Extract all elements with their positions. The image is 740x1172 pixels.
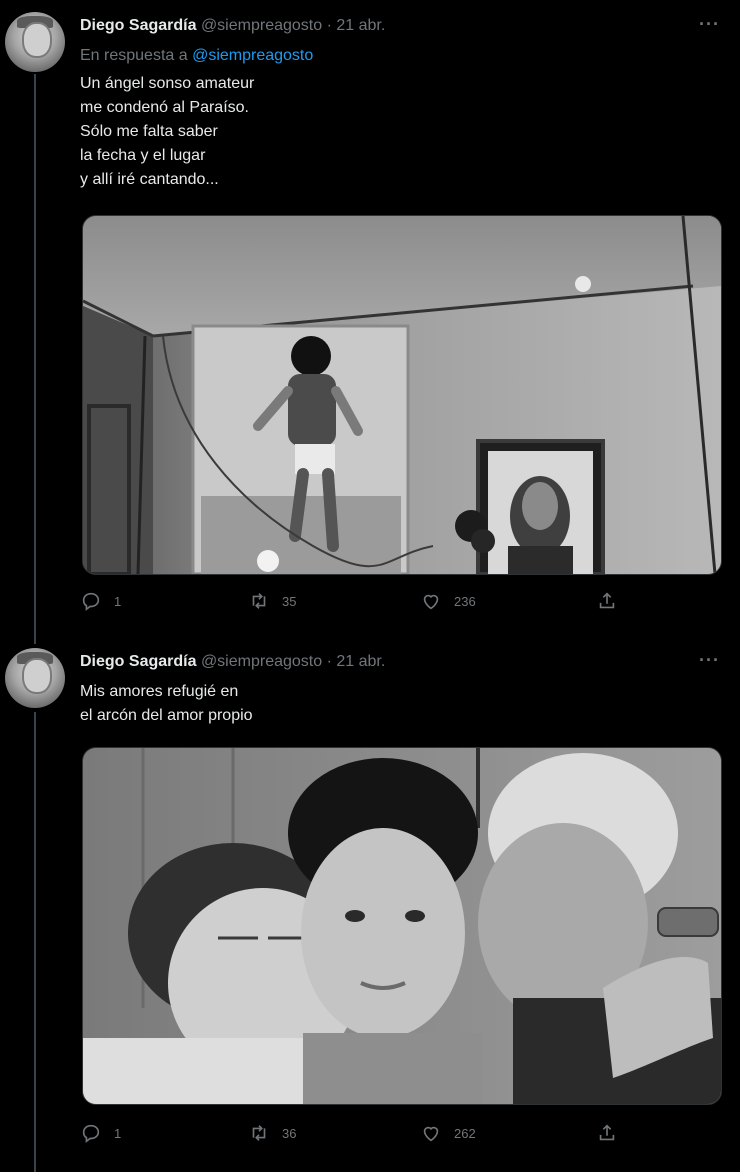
like-count: 262 — [454, 1125, 476, 1141]
tweet-header: Diego Sagardía @siempreagosto · 21 abr. — [80, 652, 385, 672]
like-icon — [423, 1126, 439, 1142]
like-button[interactable]: 236 — [420, 590, 476, 612]
tweet-date[interactable]: 21 abr. — [336, 653, 385, 670]
reply-context: En respuesta a @siempreagosto — [80, 47, 313, 65]
tweet-line: Sólo me falta saber — [80, 123, 218, 140]
author-handle[interactable]: @siempreagosto — [201, 17, 322, 34]
avatar[interactable] — [5, 648, 65, 708]
tweet-line: Mis amores refugié en — [80, 683, 239, 700]
share-icon — [599, 592, 615, 609]
room-photo-illustration — [83, 216, 721, 574]
like-button[interactable]: 262 — [420, 1122, 476, 1144]
like-icon — [423, 594, 439, 610]
reply-handle-link[interactable]: @siempreagosto — [192, 47, 313, 64]
retweet-button[interactable]: 36 — [248, 1122, 296, 1144]
retweet-icon — [252, 593, 266, 609]
tweet-header: Diego Sagardía @siempreagosto · 21 abr. — [80, 16, 385, 36]
tweet[interactable]: Diego Sagardía @siempreagosto · 21 abr. … — [0, 640, 740, 1172]
family-photo-illustration — [83, 748, 721, 1104]
tweet-actions: 1 35 236 — [80, 590, 640, 614]
tweet-line: Un ángel sonso amateur — [80, 75, 255, 92]
like-count: 236 — [454, 593, 476, 609]
tweet-actions: 1 36 262 — [80, 1122, 640, 1146]
retweet-button[interactable]: 35 — [248, 590, 296, 612]
separator: · — [326, 653, 332, 670]
share-button[interactable] — [596, 1122, 618, 1144]
reply-button[interactable]: 1 — [80, 1122, 121, 1144]
separator: · — [326, 17, 332, 34]
author-name[interactable]: Diego Sagardía — [80, 17, 196, 34]
share-button[interactable] — [596, 590, 618, 612]
author-name[interactable]: Diego Sagardía — [80, 653, 196, 670]
tweet-line: me condenó al Paraíso. — [80, 99, 249, 116]
share-icon — [599, 1124, 615, 1141]
tweet-text: Mis amores refugié en el arcón del amor … — [80, 680, 253, 728]
tweet-photo[interactable] — [82, 215, 722, 575]
retweet-count: 35 — [282, 593, 297, 609]
tweet-date[interactable]: 21 abr. — [336, 17, 385, 34]
avatar[interactable] — [5, 12, 65, 72]
reply-count: 1 — [114, 1125, 122, 1141]
more-icon[interactable]: ··· — [699, 650, 720, 671]
tweet-line: y allí iré cantando... — [80, 171, 219, 188]
tweet-text: Un ángel sonso amateur me condenó al Par… — [80, 72, 254, 192]
reply-button[interactable]: 1 — [80, 590, 121, 612]
reply-count: 1 — [114, 593, 122, 609]
author-handle[interactable]: @siempreagosto — [201, 653, 322, 670]
reply-icon — [82, 1124, 100, 1143]
retweet-count: 36 — [282, 1125, 297, 1141]
tweet-line: el arcón del amor propio — [80, 707, 253, 724]
tweet-line: la fecha y el lugar — [80, 147, 206, 164]
reply-icon — [82, 592, 100, 611]
retweet-icon — [252, 1125, 266, 1141]
tweet[interactable]: Diego Sagardía @siempreagosto · 21 abr. … — [0, 0, 740, 640]
reply-prefix: En respuesta a — [80, 47, 188, 64]
tweet-photo[interactable] — [82, 747, 722, 1105]
more-icon[interactable]: ··· — [699, 14, 720, 35]
